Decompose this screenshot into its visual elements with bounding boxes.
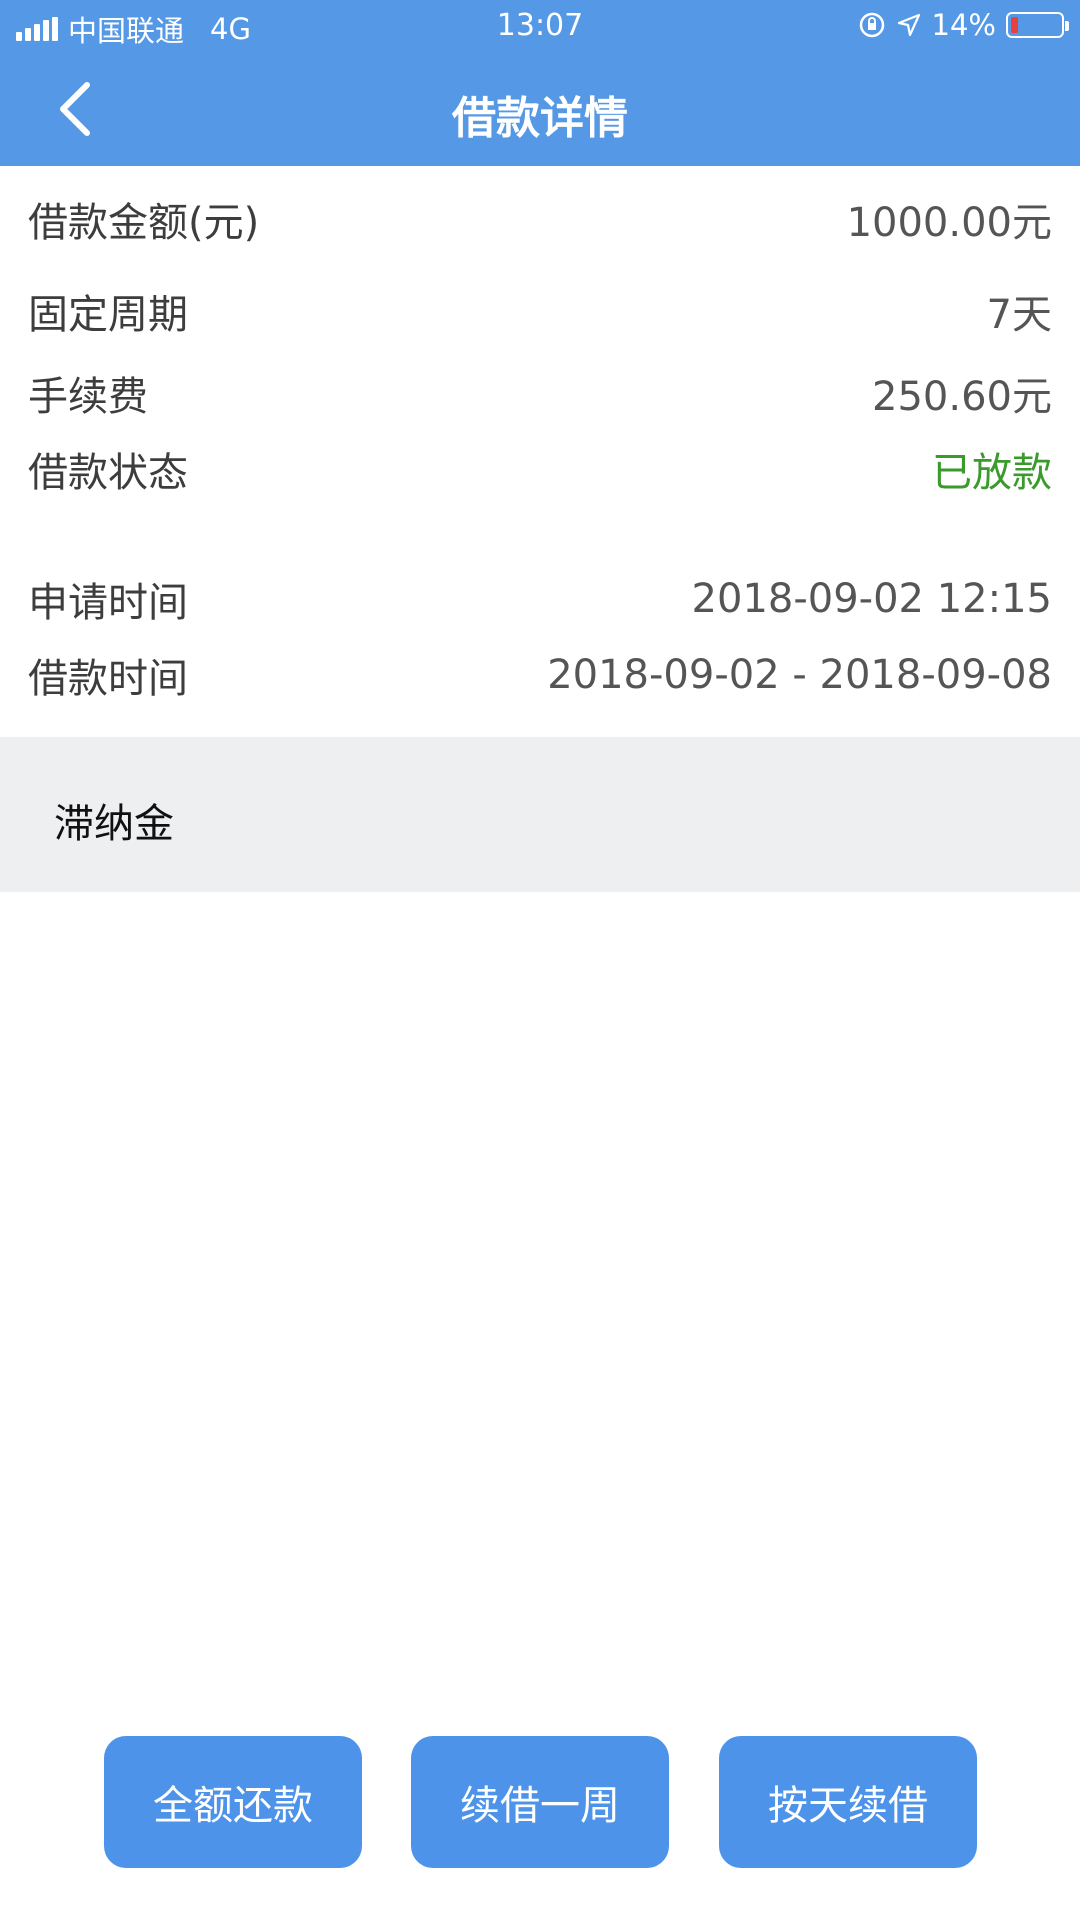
battery-nub xyxy=(1065,21,1069,31)
detail-row-status: 借款状态 已放款 xyxy=(28,440,1052,498)
detail-row-amount: 借款金额(元) 1000.00元 xyxy=(28,190,1052,248)
status-badge: 已放款 xyxy=(932,450,1052,496)
renew-week-button[interactable]: 续借一周 xyxy=(411,1736,669,1868)
detail-label: 手续费 xyxy=(28,374,148,420)
detail-row-loan-period: 借款时间 2018-09-02 - 2018-09-08 xyxy=(28,646,1052,704)
nav-bar: 借款详情 xyxy=(0,52,1080,166)
battery-fill xyxy=(1011,17,1018,33)
detail-value: 250.60元 xyxy=(872,374,1052,420)
detail-value: 7天 xyxy=(986,292,1052,338)
detail-label: 借款时间 xyxy=(28,656,188,702)
detail-row-fee: 手续费 250.60元 xyxy=(28,364,1052,422)
detail-label: 申请时间 xyxy=(28,580,188,626)
detail-label: 借款状态 xyxy=(28,450,188,496)
battery-percent: 14% xyxy=(931,8,996,42)
full-repay-button[interactable]: 全额还款 xyxy=(104,1736,362,1868)
action-bar: 全额还款 续借一周 按天续借 xyxy=(0,1736,1080,1868)
page-title: 借款详情 xyxy=(452,93,628,144)
detail-label: 固定周期 xyxy=(28,292,188,338)
status-bar: 中国联通 4G 13:07 14% xyxy=(0,0,1080,52)
detail-value: 2018-09-02 12:15 xyxy=(691,576,1052,622)
detail-row-apply-time: 申请时间 2018-09-02 12:15 xyxy=(28,570,1052,628)
status-right: 14% xyxy=(858,8,1069,42)
battery-icon xyxy=(1006,12,1069,38)
location-icon xyxy=(897,13,920,37)
late-fee-section: 滞纳金 xyxy=(0,737,1080,892)
detail-row-period: 固定周期 7天 xyxy=(28,282,1052,340)
detail-label: 借款金额(元) xyxy=(28,200,260,246)
detail-value: 2018-09-02 - 2018-09-08 xyxy=(547,652,1052,698)
header: 中国联通 4G 13:07 14% 借款详情 xyxy=(0,0,1080,166)
late-fee-label: 滞纳金 xyxy=(54,801,174,847)
renew-daily-button[interactable]: 按天续借 xyxy=(719,1736,977,1868)
detail-value: 1000.00元 xyxy=(846,200,1052,246)
rotation-lock-icon xyxy=(859,12,884,38)
